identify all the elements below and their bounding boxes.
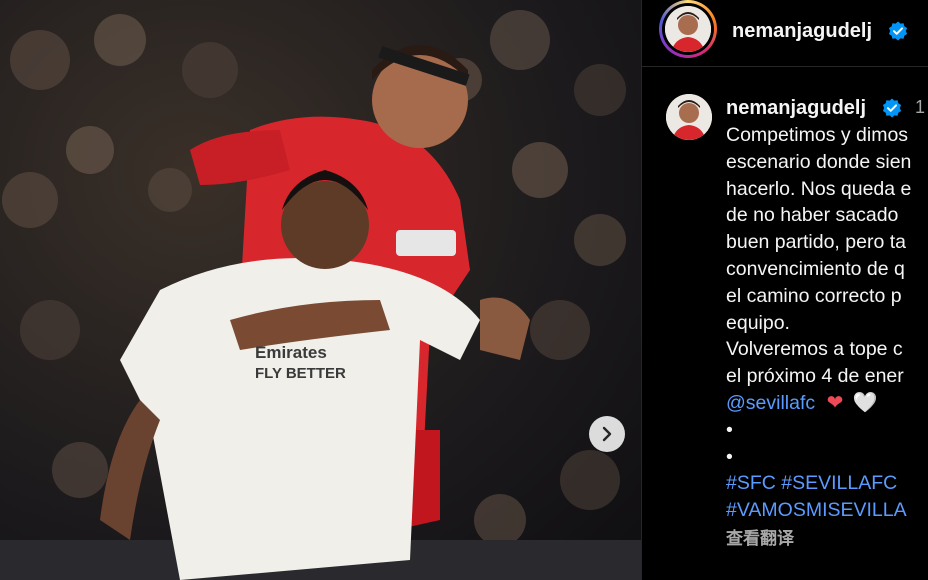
caption-line: buen partido, pero ta: [726, 231, 906, 254]
caption-line: Volveremos a tope c: [726, 338, 903, 361]
next-image-button[interactable]: [589, 416, 625, 452]
header-username[interactable]: nemanjagudelj: [732, 20, 872, 43]
instagram-post-view: Emirates FLY BETTER 6 nemanjagudelj nema…: [0, 0, 928, 580]
caption-line: el próximo 4 de ener: [726, 365, 904, 388]
mention-line: @sevillafc ❤ 🤍: [726, 390, 928, 417]
comments-panel: nemanjagudelj nemanjagudelj 1 Competimos…: [642, 0, 928, 580]
bullet-line: •: [726, 418, 733, 441]
post-time: 1: [915, 97, 926, 117]
red-heart-emoji: ❤: [826, 391, 844, 414]
hashtag-link[interactable]: #VAMOSMISEVILLA: [726, 497, 928, 524]
caption-line: hacerlo. Nos queda e: [726, 177, 912, 200]
post-header: nemanjagudelj: [642, 0, 928, 67]
story-ring[interactable]: [659, 0, 717, 58]
profile-photo: [666, 94, 712, 140]
caption-line: el camino correcto p: [726, 284, 902, 307]
bullet-line: •: [726, 445, 733, 468]
caption-line: escenario donde sien: [726, 150, 912, 173]
white-heart-emoji: 🤍: [852, 391, 878, 414]
svg-text:6: 6: [175, 450, 187, 475]
caption-line: Competimos y dimos: [726, 124, 909, 146]
see-translation-link[interactable]: 查看翻译: [726, 524, 794, 549]
verified-badge-icon: [888, 21, 908, 41]
caption-line: convencimiento de q: [726, 257, 905, 280]
verified-badge-icon: [882, 98, 902, 118]
profile-photo: [665, 6, 711, 52]
comment-username[interactable]: nemanjagudelj: [726, 97, 866, 120]
caption-line: de no haber sacado: [726, 204, 899, 227]
match-photo-illustration: Emirates FLY BETTER 6: [0, 10, 641, 580]
post-image[interactable]: Emirates FLY BETTER 6: [0, 0, 641, 580]
hashtag-link[interactable]: #SFC #SEVILLAFC: [726, 470, 928, 497]
avatar[interactable]: [665, 6, 711, 52]
comment-avatar[interactable]: [666, 94, 712, 140]
caption: Competimos y dimos escenario donde sien …: [726, 122, 928, 524]
svg-text:FLY BETTER: FLY BETTER: [255, 365, 346, 382]
caption-line: equipo.: [726, 311, 790, 334]
svg-text:Emirates: Emirates: [255, 343, 327, 362]
mention-link[interactable]: @sevillafc: [726, 392, 815, 414]
chevron-right-icon: [602, 426, 612, 442]
